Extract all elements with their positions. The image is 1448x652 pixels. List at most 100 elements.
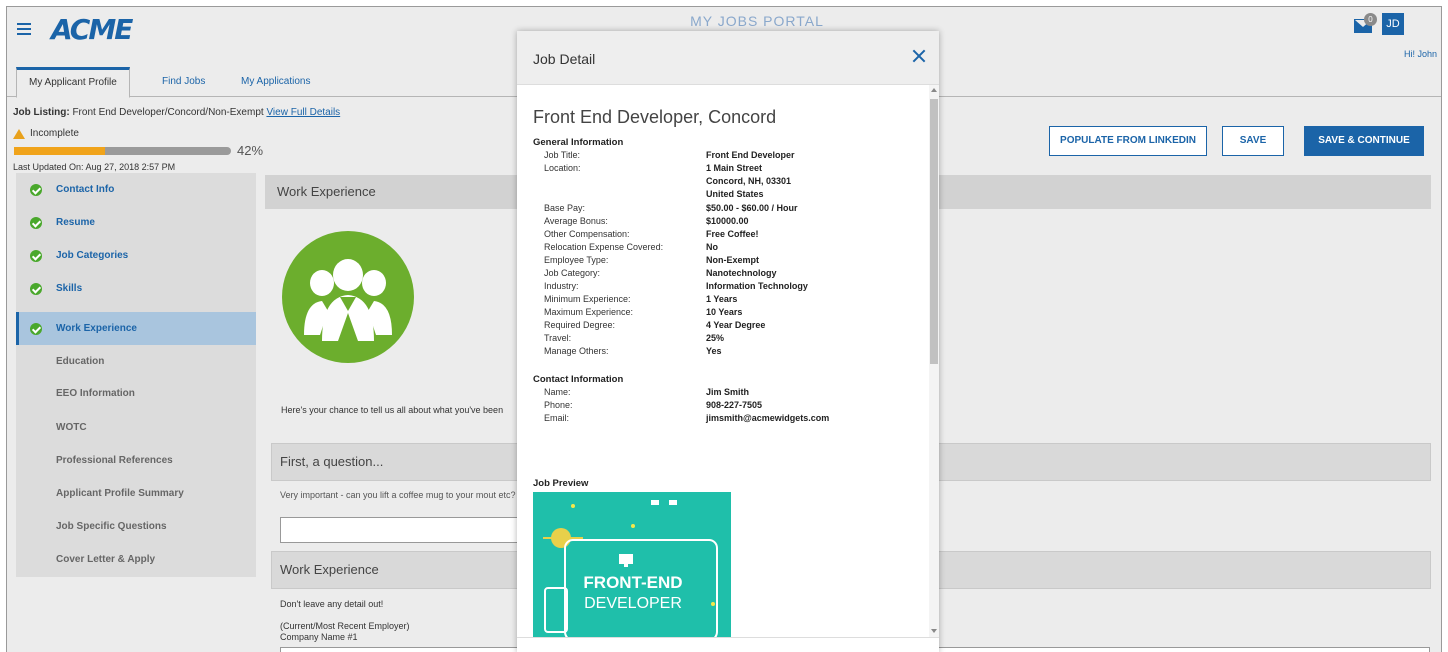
- sidebar-item-label: Skills: [56, 283, 83, 294]
- sidebar-item-label: Work Experience: [56, 323, 137, 334]
- tab-my-applications[interactable]: My Applications: [229, 67, 322, 97]
- general-value: $50.00 - $60.00 / Hour: [706, 203, 798, 213]
- job-heading: Front End Developer, Concord: [533, 107, 777, 127]
- close-icon[interactable]: [911, 48, 927, 64]
- general-label: Employee Type:: [544, 255, 609, 265]
- job-detail-modal: Job Detail Front End Developer, Concord …: [517, 31, 939, 652]
- profile-progress-bar: [14, 147, 231, 155]
- sidebar-item-job-specific-questions[interactable]: Job Specific Questions: [16, 510, 256, 543]
- general-label: Travel:: [544, 333, 572, 343]
- general-value: United States: [706, 189, 764, 199]
- sidebar-item-label: Resume: [56, 217, 95, 228]
- sidebar-item-applicant-profile-summary[interactable]: Applicant Profile Summary: [16, 477, 256, 510]
- general-value: Yes: [706, 346, 722, 356]
- general-label: Required Degree:: [544, 320, 616, 330]
- check-icon: [30, 322, 42, 335]
- profile-status: Incomplete: [13, 128, 79, 139]
- modal-body: Front End Developer, Concord General Inf…: [517, 85, 927, 637]
- menu-icon[interactable]: [17, 23, 31, 35]
- sidebar-item-cover-letter-apply[interactable]: Cover Letter & Apply: [16, 543, 256, 576]
- contact-value: 908-227-7505: [706, 400, 763, 410]
- check-icon: [30, 249, 42, 262]
- general-label: Relocation Expense Covered:: [544, 242, 664, 252]
- app-frame: ACME MY JOBS PORTAL 0 JD Hi! John My App…: [6, 6, 1442, 652]
- general-value: Front End Developer: [706, 150, 795, 160]
- save-button[interactable]: SAVE: [1222, 126, 1284, 156]
- progress-fill: [14, 147, 106, 155]
- scrollbar-thumb[interactable]: [930, 99, 938, 364]
- user-greeting[interactable]: Hi! John: [1377, 49, 1437, 59]
- check-icon: [30, 216, 42, 229]
- tab-find-jobs[interactable]: Find Jobs: [150, 67, 217, 97]
- general-label: Manage Others:: [544, 346, 609, 356]
- contact-value: Jim Smith: [706, 387, 750, 397]
- general-label: Minimum Experience:: [544, 294, 631, 304]
- sidebar-item-skills[interactable]: Skills: [16, 272, 256, 305]
- general-value: $10000.00: [706, 216, 749, 226]
- employer-hint-line: (Current/Most Recent Employer): [280, 621, 410, 631]
- job-listing-prefix: Job Listing:: [13, 107, 70, 118]
- sidebar-item-job-categories[interactable]: Job Categories: [16, 239, 256, 272]
- general-information-title: General Information: [533, 137, 624, 148]
- sidebar-item-professional-references[interactable]: Professional References: [16, 444, 256, 477]
- general-value: 1 Years: [706, 294, 738, 304]
- company-name-label: Company Name #1: [280, 632, 358, 642]
- sidebar-item-label: Job Categories: [56, 250, 129, 261]
- sidebar-item-label: Contact Info: [56, 184, 115, 195]
- sidebar-item-work-experience[interactable]: Work Experience: [16, 312, 256, 345]
- avatar[interactable]: JD: [1382, 13, 1404, 35]
- contact-information-title: Contact Information: [533, 374, 624, 385]
- general-value: Nanotechnology: [706, 268, 777, 278]
- status-text: Incomplete: [30, 128, 79, 139]
- modal-footer: [517, 637, 939, 652]
- general-label: Other Compensation:: [544, 229, 630, 239]
- general-label: Job Title:: [544, 150, 581, 160]
- tab-my-applicant-profile[interactable]: My Applicant Profile: [16, 67, 130, 98]
- question-text: Very important - can you lift a coffee m…: [280, 490, 516, 500]
- sidebar-item-education[interactable]: Education: [16, 345, 256, 378]
- general-value: Concord, NH, 03301: [706, 176, 792, 186]
- employer-hint: (Current/Most Recent Employer) Company N…: [280, 621, 410, 643]
- scroll-down-icon[interactable]: [931, 629, 937, 633]
- save-continue-button[interactable]: SAVE & CONTINUE: [1304, 126, 1424, 156]
- populate-from-linkedin-button[interactable]: POPULATE FROM LINKEDIN: [1049, 126, 1207, 156]
- mail-icon[interactable]: 0: [1354, 13, 1377, 33]
- acme-logo[interactable]: ACME: [51, 13, 133, 46]
- preview-line1: FRONT-END: [583, 573, 682, 592]
- view-full-details-link[interactable]: View Full Details: [266, 107, 340, 118]
- contact-value: jimsmith@acmewidgets.com: [706, 413, 830, 423]
- contact-label: Name:: [544, 387, 571, 397]
- job-listing-line: Job Listing: Front End Developer/Concord…: [13, 107, 340, 118]
- general-value: 10 Years: [706, 307, 743, 317]
- portal-title: MY JOBS PORTAL: [690, 13, 824, 29]
- sidebar-item-eeo-information[interactable]: EEO Information: [16, 377, 256, 410]
- check-icon: [30, 282, 42, 295]
- general-value: 1 Main Street: [706, 163, 763, 173]
- detail-hint: Don't leave any detail out!: [280, 599, 384, 609]
- sidebar-item-resume[interactable]: Resume: [16, 206, 256, 239]
- general-label: Industry:: [544, 281, 579, 291]
- sidebar-item-contact-info[interactable]: Contact Info: [16, 173, 256, 206]
- scroll-up-icon[interactable]: [931, 88, 937, 92]
- progress-percent: 42%: [237, 143, 264, 158]
- general-label: Job Category:: [544, 268, 601, 278]
- modal-scrollbar[interactable]: [929, 85, 939, 637]
- general-value: Free Coffee!: [706, 229, 759, 239]
- modal-title: Job Detail: [533, 51, 596, 67]
- general-label: Maximum Experience:: [544, 307, 634, 317]
- contact-label: Phone:: [544, 400, 573, 410]
- team-icon: [282, 231, 414, 363]
- question-answer-input[interactable]: [280, 517, 526, 543]
- job-preview-title: Job Preview: [533, 478, 589, 489]
- modal-header: Job Detail: [517, 31, 939, 85]
- job-listing-text: Front End Developer/Concord/Non-Exempt: [72, 107, 264, 118]
- general-value: Non-Exempt: [706, 255, 760, 265]
- sidebar-item-wotc[interactable]: WOTC: [16, 411, 256, 444]
- general-value: Information Technology: [706, 281, 808, 291]
- profile-steps-sidebar: Contact Info Resume Job Categories Skill…: [16, 173, 256, 577]
- general-value: No: [706, 242, 718, 252]
- preview-line2: DEVELOPER: [584, 595, 682, 612]
- contact-label: Email:: [544, 413, 570, 423]
- general-label: Base Pay:: [544, 203, 586, 213]
- last-updated: Last Updated On: Aug 27, 2018 2:57 PM: [13, 162, 176, 172]
